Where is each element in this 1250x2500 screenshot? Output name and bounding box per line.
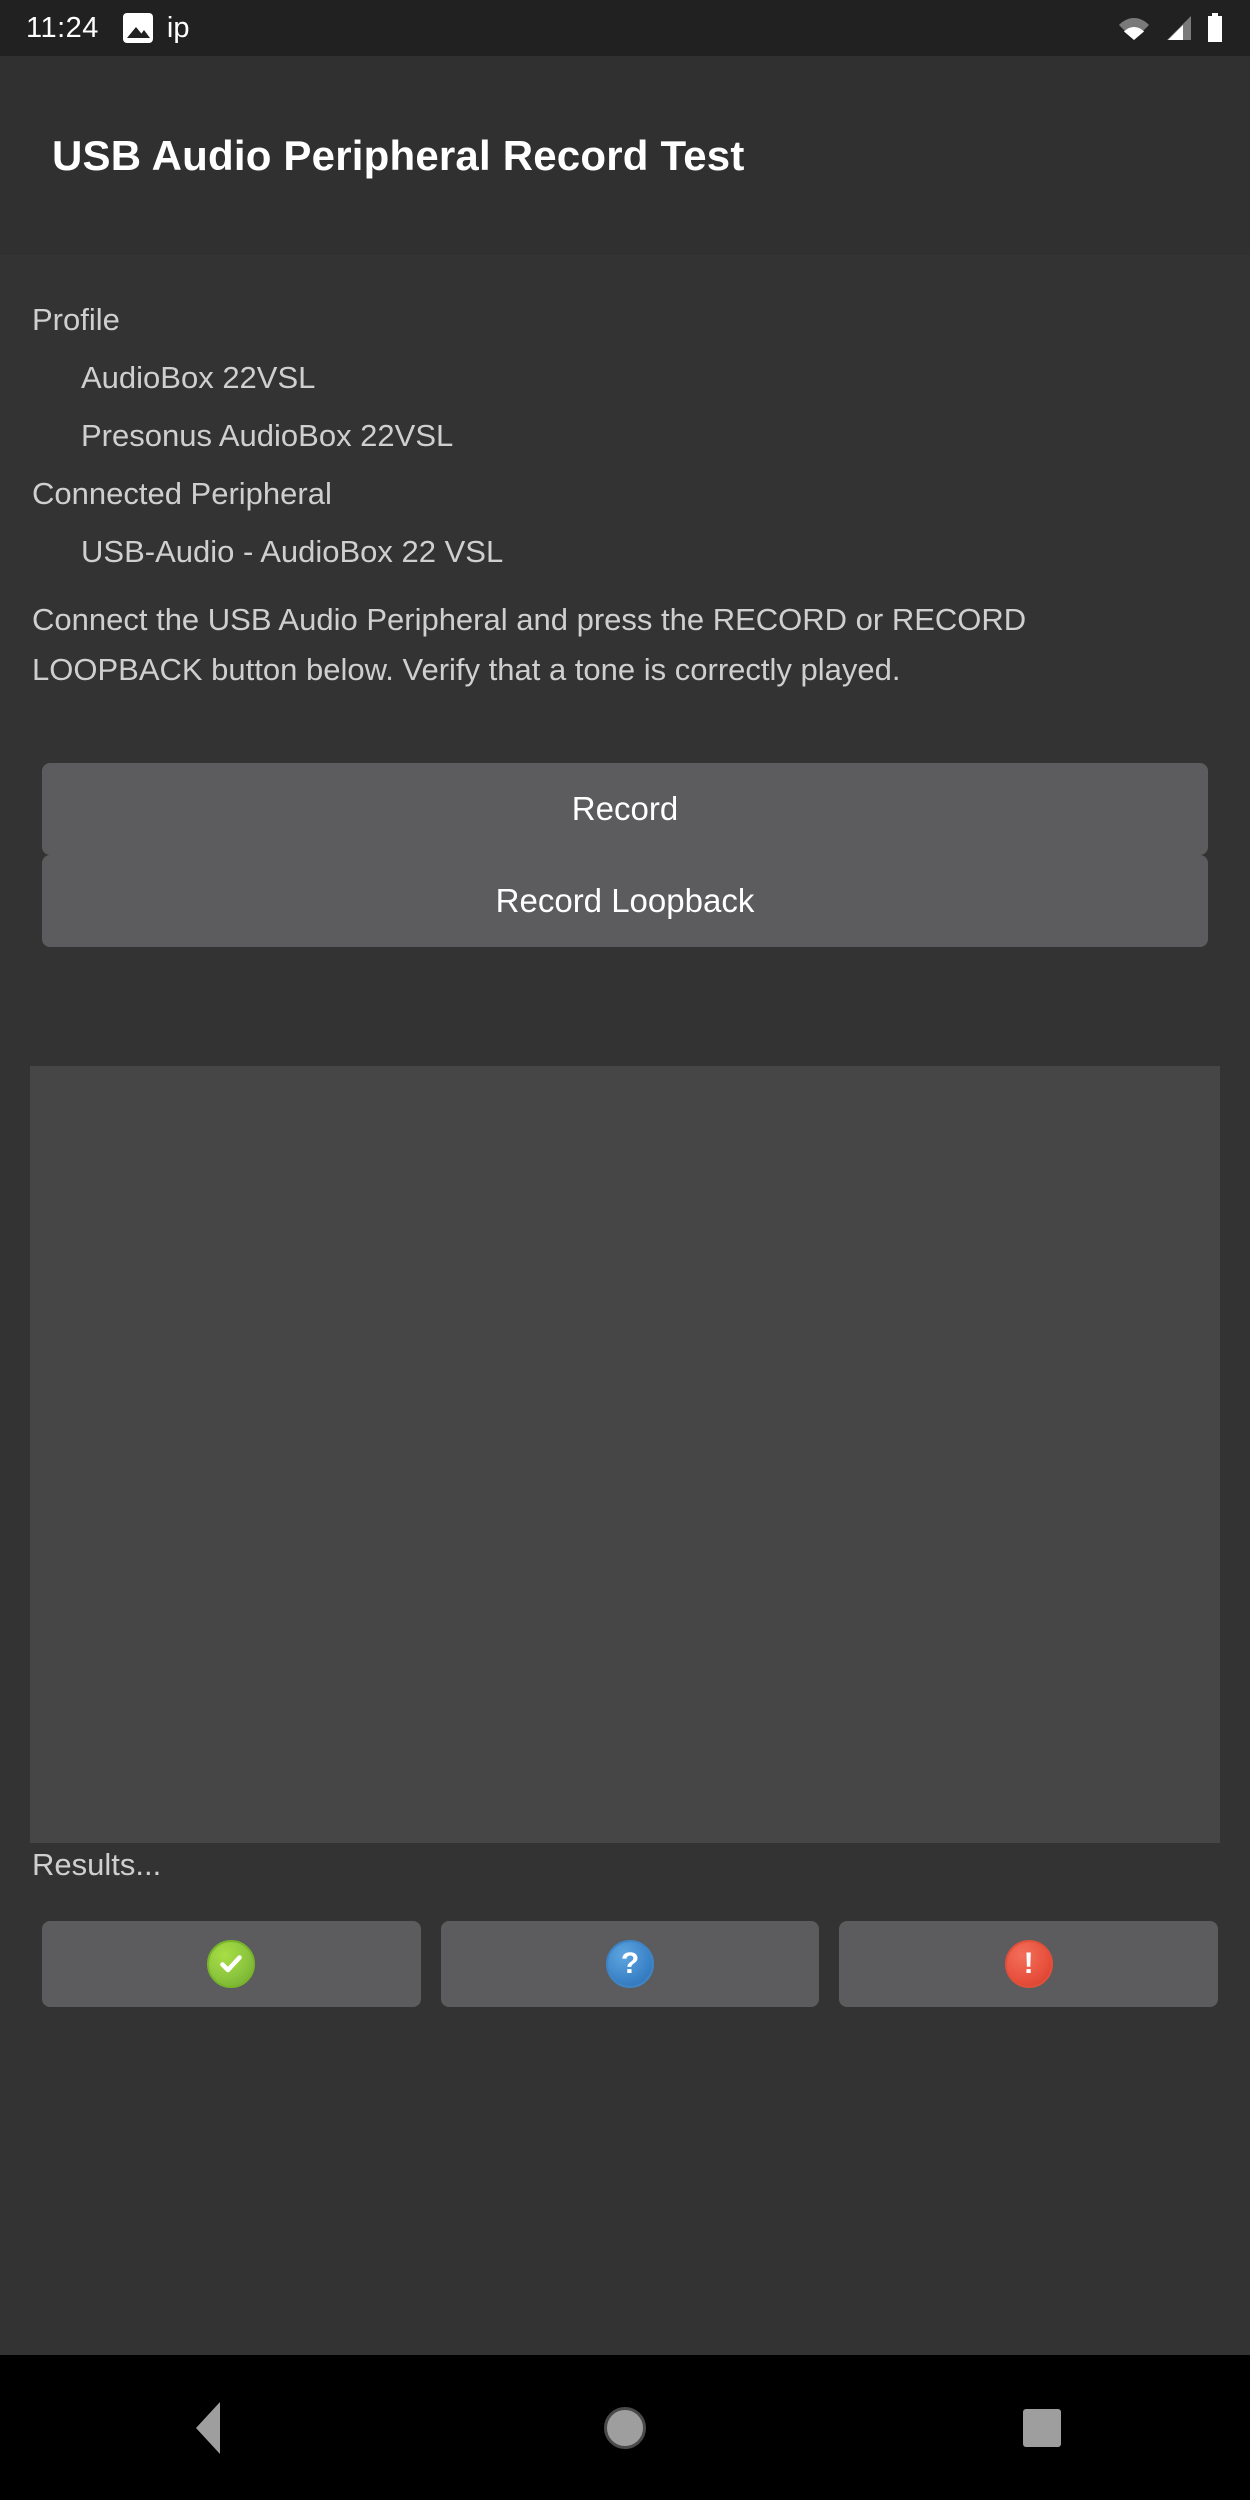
android-navigation-bar <box>0 2355 1250 2500</box>
fail-button[interactable]: ! <box>839 1921 1219 2007</box>
pass-button[interactable] <box>42 1921 421 2007</box>
content-area: Profile AudioBox 22VSL Presonus AudioBox… <box>0 255 1250 2355</box>
record-button[interactable]: Record <box>42 763 1208 855</box>
phone-screen: 11:24 ip USB Audio Peripheral Record Tes… <box>0 0 1250 2500</box>
recents-button[interactable] <box>957 2378 1127 2478</box>
status-bar-system-icons <box>1118 13 1224 43</box>
device-info-block: Profile AudioBox 22VSL Presonus AudioBox… <box>32 291 1212 581</box>
recents-icon <box>1022 2408 1061 2447</box>
image-icon <box>122 13 153 43</box>
record-loopback-button[interactable]: Record Loopback <box>42 855 1208 947</box>
status-bar-clock: 11:24 <box>26 11 99 44</box>
profile-name: AudioBox 22VSL <box>81 360 316 395</box>
back-icon <box>196 2401 221 2454</box>
connected-peripheral-label: Connected Peripheral <box>32 476 332 511</box>
home-icon <box>603 2406 646 2449</box>
connected-peripheral-device: USB-Audio - AudioBox 22 VSL <box>81 534 504 569</box>
question-circle-icon: ? <box>606 1940 654 1988</box>
check-circle-icon <box>207 1940 256 1988</box>
exclamation-circle-icon: ! <box>1004 1940 1053 1988</box>
page-title: USB Audio Peripheral Record Test <box>52 131 745 179</box>
results-output-panel <box>30 1066 1220 1843</box>
profile-label: Profile <box>32 302 120 337</box>
battery-icon <box>1206 13 1224 43</box>
home-button[interactable] <box>540 2378 710 2478</box>
results-label: Results... <box>32 1847 162 1882</box>
result-actions: ? ! <box>42 1921 1219 2007</box>
instructions-text: Connect the USB Audio Peripheral and pre… <box>32 602 1027 687</box>
app-bar: USB Audio Peripheral Record Test <box>0 56 1250 255</box>
cellular-signal-icon <box>1163 14 1193 42</box>
info-button[interactable]: ? <box>440 1921 820 2007</box>
status-bar-notifications: ip <box>122 11 190 45</box>
status-bar: 11:24 ip <box>0 0 1250 56</box>
back-button[interactable] <box>123 2378 293 2478</box>
status-bar-notification-text: ip <box>166 11 190 44</box>
wifi-icon <box>1118 14 1150 42</box>
profile-product: Presonus AudioBox 22VSL <box>81 418 454 453</box>
